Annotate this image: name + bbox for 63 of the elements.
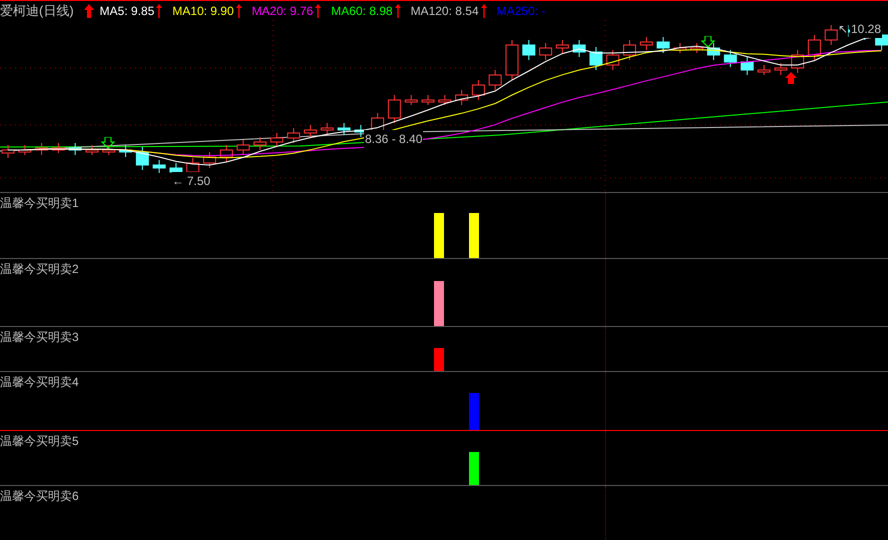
candle <box>824 24 838 46</box>
indicator-title: 温馨今买明卖1 <box>0 195 79 212</box>
candle <box>119 144 132 158</box>
candle <box>254 136 266 150</box>
candle <box>539 42 552 60</box>
candle <box>86 144 98 156</box>
up-arrow-icon <box>82 4 96 18</box>
candle <box>808 34 821 60</box>
candle <box>338 122 350 136</box>
candle <box>472 80 485 100</box>
candle <box>640 36 653 50</box>
moving-average-value: MA120: 8.54 <box>410 2 479 20</box>
candle <box>18 144 32 156</box>
chart-title: 爱柯迪(日线) <box>0 2 74 20</box>
candle <box>572 40 586 58</box>
candle <box>522 40 536 60</box>
candle <box>438 94 452 106</box>
candle <box>740 56 754 76</box>
candle <box>52 142 65 154</box>
candle <box>404 94 418 106</box>
candle <box>707 42 720 60</box>
candle <box>102 144 116 156</box>
candle <box>152 160 166 174</box>
candle <box>791 50 804 74</box>
candle <box>656 36 670 54</box>
indicator-title: 温馨今买明卖5 <box>0 433 79 450</box>
candle <box>455 90 468 106</box>
candle <box>136 146 149 170</box>
candle <box>203 152 216 168</box>
candle <box>674 42 686 54</box>
down-arrow-icon <box>101 137 115 149</box>
candle <box>68 142 82 156</box>
down-arrow-icon <box>701 36 715 48</box>
candle <box>623 40 636 60</box>
candle <box>320 122 334 136</box>
moving-average-value: MA60: 8.98 <box>331 2 393 20</box>
up-arrow-icon <box>784 72 798 84</box>
candle <box>422 94 434 106</box>
moving-average-value: MA250: - <box>496 2 546 20</box>
indicator-title: 温馨今买明卖6 <box>0 488 79 505</box>
candle <box>35 142 48 156</box>
candle <box>606 50 620 70</box>
candle <box>287 128 300 144</box>
indicator-title: 温馨今买明卖4 <box>0 374 79 391</box>
candle <box>506 40 518 80</box>
price-range-label: 8.36 - 8.40 <box>364 130 424 148</box>
candle <box>758 64 770 76</box>
candle <box>690 42 704 54</box>
moving-average-value: MA5: 9.85 <box>100 2 154 20</box>
candle <box>304 124 317 138</box>
indicator-title: 温馨今买明卖3 <box>0 329 79 346</box>
candle <box>590 46 602 70</box>
candle <box>724 50 737 68</box>
candle <box>388 94 401 124</box>
indicator-title: 温馨今买明卖2 <box>0 261 79 278</box>
candle <box>220 144 233 162</box>
moving-average-value: MA20: 9.76 <box>252 2 314 20</box>
candle <box>236 140 250 156</box>
candle <box>488 70 502 90</box>
moving-average-value: MA10: 9.90 <box>172 2 234 20</box>
candle <box>774 62 788 76</box>
candle <box>556 40 569 54</box>
candle <box>270 132 284 148</box>
